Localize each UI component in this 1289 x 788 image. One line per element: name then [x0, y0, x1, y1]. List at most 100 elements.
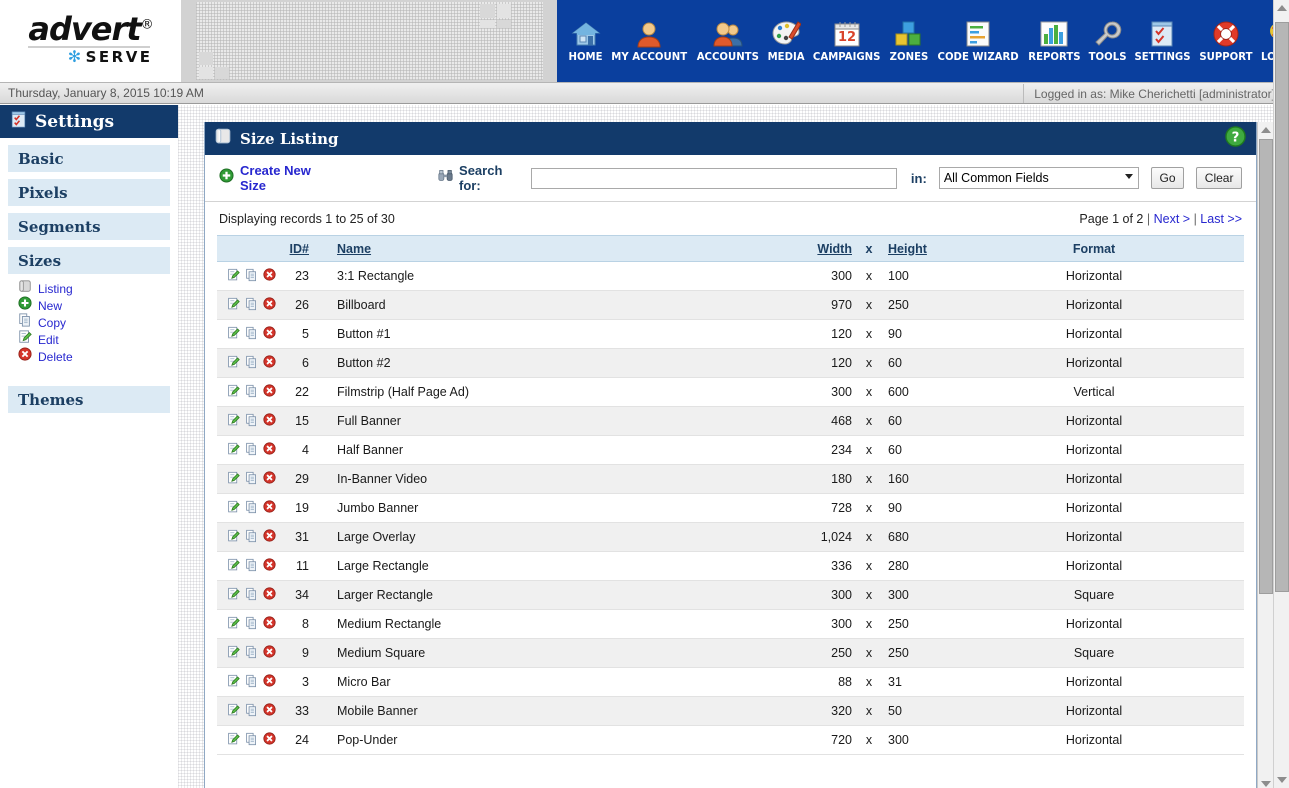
brand-logo[interactable]: advert® ✻ SERVE [0, 0, 181, 82]
delete-icon[interactable] [263, 587, 276, 603]
edit-icon[interactable] [227, 326, 240, 343]
nav-item-zones[interactable]: ZONES [886, 19, 932, 63]
nav-item-media[interactable]: MEDIA [764, 19, 808, 63]
next-page-link[interactable]: Next > [1154, 212, 1190, 226]
delete-icon[interactable] [263, 500, 276, 516]
content-scrollbar-thumb[interactable] [1259, 139, 1273, 594]
sidebar-subitem-edit[interactable]: Edit [18, 330, 178, 348]
edit-icon[interactable] [227, 413, 240, 430]
table-row[interactable]: 31 Large Overlay 1,024 x 680 Horizontal [217, 522, 1244, 552]
table-row[interactable]: 19 Jumbo Banner 728 x 90 Horizontal [217, 493, 1244, 523]
edit-icon[interactable] [227, 500, 240, 517]
copy-icon[interactable] [245, 413, 258, 430]
edit-icon[interactable] [227, 529, 240, 546]
scroll-down-icon[interactable] [1277, 777, 1287, 783]
table-row[interactable]: 8 Medium Rectangle 300 x 250 Horizontal [217, 609, 1244, 639]
copy-icon[interactable] [245, 674, 258, 691]
edit-icon[interactable] [227, 355, 240, 372]
copy-icon[interactable] [245, 355, 258, 372]
copy-icon[interactable] [245, 442, 258, 459]
scroll-down-icon[interactable] [1261, 781, 1271, 787]
edit-icon[interactable] [227, 297, 240, 314]
edit-icon[interactable] [227, 645, 240, 662]
edit-icon[interactable] [227, 587, 240, 604]
copy-icon[interactable] [245, 732, 258, 749]
sort-by-id[interactable]: ID# [290, 242, 309, 256]
copy-icon[interactable] [245, 297, 258, 314]
edit-icon[interactable] [227, 616, 240, 633]
window-scrollbar[interactable] [1273, 0, 1289, 788]
sidebar-subitem-new[interactable]: New [18, 296, 178, 314]
nav-item-home[interactable]: HOME [565, 19, 606, 63]
table-row[interactable]: 15 Full Banner 468 x 60 Horizontal [217, 406, 1244, 436]
copy-icon[interactable] [245, 587, 258, 604]
last-page-link[interactable]: Last >> [1200, 212, 1242, 226]
edit-icon[interactable] [227, 384, 240, 401]
nav-item-tools[interactable]: TOOLS [1085, 19, 1130, 63]
sort-by-height[interactable]: Height [888, 242, 927, 256]
copy-icon[interactable] [245, 703, 258, 720]
edit-icon[interactable] [227, 558, 240, 575]
go-button[interactable]: Go [1150, 167, 1185, 189]
delete-icon[interactable] [263, 703, 276, 719]
copy-icon[interactable] [245, 558, 258, 575]
copy-icon[interactable] [245, 500, 258, 517]
help-icon[interactable]: ? [1225, 125, 1246, 152]
search-input[interactable] [531, 167, 897, 189]
sidebar-subitem-copy[interactable]: Copy [18, 313, 178, 331]
table-row[interactable]: 11 Large Rectangle 336 x 280 Horizontal [217, 551, 1244, 581]
delete-icon[interactable] [263, 732, 276, 748]
edit-icon[interactable] [227, 442, 240, 459]
copy-icon[interactable] [245, 616, 258, 633]
copy-icon[interactable] [245, 529, 258, 546]
delete-icon[interactable] [263, 442, 276, 458]
sort-by-width[interactable]: Width [817, 242, 852, 256]
content-scrollbar[interactable] [1257, 122, 1273, 788]
edit-icon[interactable] [227, 674, 240, 691]
nav-item-reports[interactable]: REPORTS [1024, 19, 1085, 63]
delete-icon[interactable] [263, 645, 276, 661]
table-row[interactable]: 24 Pop-Under 720 x 300 Horizontal [217, 725, 1244, 755]
scroll-up-icon[interactable] [1277, 5, 1287, 11]
sidebar-item-basic[interactable]: Basic [8, 144, 170, 172]
table-row[interactable]: 26 Billboard 970 x 250 Horizontal [217, 290, 1244, 320]
edit-icon[interactable] [227, 471, 240, 488]
nav-item-my-account[interactable]: MY ACCOUNT [606, 19, 692, 63]
edit-icon[interactable] [227, 703, 240, 720]
copy-icon[interactable] [245, 268, 258, 285]
sidebar-subitem-listing[interactable]: Listing [18, 280, 178, 297]
delete-icon[interactable] [263, 384, 276, 400]
copy-icon[interactable] [245, 384, 258, 401]
delete-icon[interactable] [263, 326, 276, 342]
delete-icon[interactable] [263, 471, 276, 487]
delete-icon[interactable] [263, 558, 276, 574]
table-row[interactable]: 3 Micro Bar 88 x 31 Horizontal [217, 667, 1244, 697]
nav-item-settings[interactable]: SETTINGS [1130, 19, 1195, 63]
nav-item-campaigns[interactable]: 12 CAMPAIGNS [808, 19, 885, 63]
sidebar-item-themes[interactable]: Themes [8, 385, 170, 413]
nav-item-code-wizard[interactable]: CODE WIZARD [932, 19, 1024, 63]
sidebar-item-sizes[interactable]: Sizes [8, 246, 170, 274]
delete-icon[interactable] [263, 297, 276, 313]
nav-item-accounts[interactable]: ACCOUNTS [692, 19, 764, 63]
window-scrollbar-thumb[interactable] [1275, 22, 1289, 592]
table-row[interactable]: 34 Larger Rectangle 300 x 300 Square [217, 580, 1244, 610]
delete-icon[interactable] [263, 674, 276, 690]
table-row[interactable]: 22 Filmstrip (Half Page Ad) 300 x 600 Vertica… [217, 377, 1244, 407]
table-row[interactable]: 9 Medium Square 250 x 250 Square [217, 638, 1244, 668]
sidebar-item-pixels[interactable]: Pixels [8, 178, 170, 206]
search-scope-select[interactable]: All Common Fields [938, 167, 1139, 189]
edit-icon[interactable] [227, 732, 240, 749]
delete-icon[interactable] [263, 268, 276, 284]
table-row[interactable]: 23 3:1 Rectangle 300 x 100 Horizontal [217, 261, 1244, 291]
scroll-up-icon[interactable] [1261, 127, 1271, 133]
copy-icon[interactable] [245, 326, 258, 343]
table-row[interactable]: 6 Button #2 120 x 60 Horizontal [217, 348, 1244, 378]
sidebar-subitem-delete[interactable]: Delete [18, 347, 178, 365]
delete-icon[interactable] [263, 355, 276, 371]
sort-by-name[interactable]: Name [337, 242, 371, 256]
create-new-size-button[interactable]: Create New Size [219, 163, 338, 193]
table-row[interactable]: 33 Mobile Banner 320 x 50 Horizontal [217, 696, 1244, 726]
table-row[interactable]: 5 Button #1 120 x 90 Horizontal [217, 319, 1244, 349]
delete-icon[interactable] [263, 616, 276, 632]
